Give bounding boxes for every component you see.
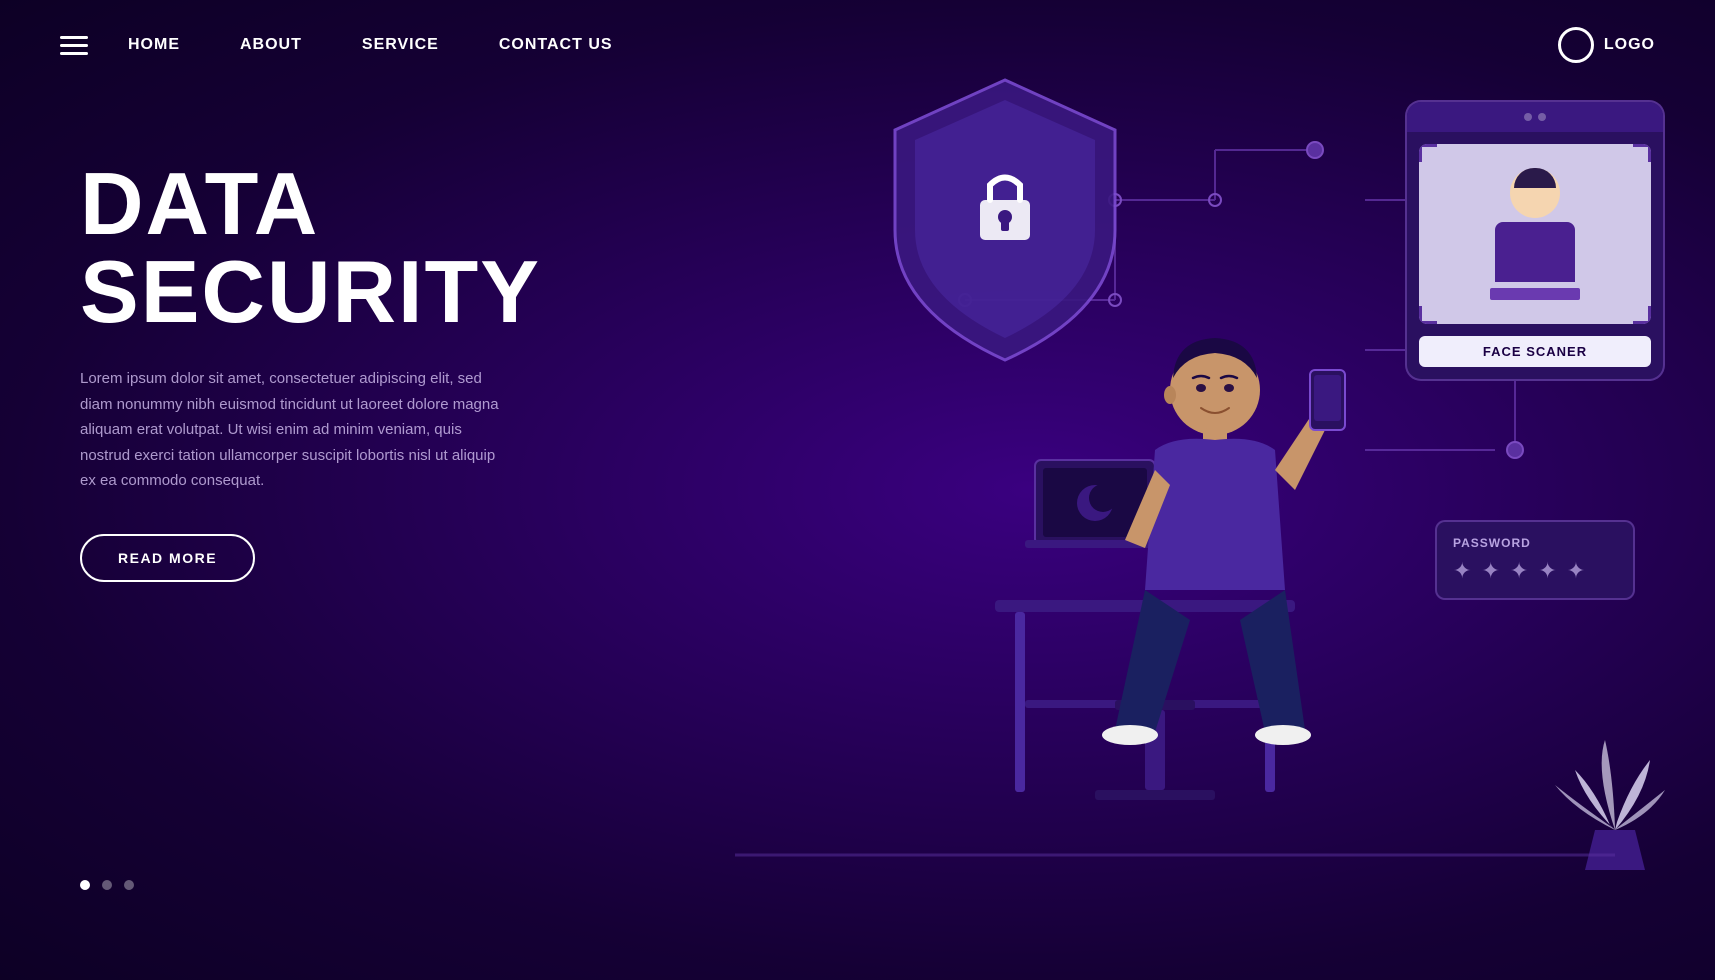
dot-2[interactable] xyxy=(102,880,112,890)
scan-corner-br xyxy=(1633,306,1651,324)
person xyxy=(1102,338,1345,745)
phone-dot-1 xyxy=(1524,113,1532,121)
nav-links: HOME ABOUT SERVICE CONTACT US xyxy=(128,36,1558,54)
hero-title: DATA SECURITY xyxy=(80,160,580,336)
read-more-button[interactable]: READ MORE xyxy=(80,534,255,582)
menu-icon[interactable] xyxy=(60,36,88,55)
hero-description: Lorem ipsum dolor sit amet, consectetuer… xyxy=(80,366,500,494)
nav-service[interactable]: SERVICE xyxy=(362,36,439,53)
nav-contact[interactable]: CONTACT US xyxy=(499,36,613,53)
face-scanner-label: FACE SCANER xyxy=(1419,336,1651,367)
shield-shape xyxy=(895,80,1115,360)
silhouette-head xyxy=(1510,168,1560,218)
title-line1: DATA xyxy=(80,160,580,248)
illustration-area: FACE SCANER PASSWORD ✦ ✦ ✦ ✦ ✦ xyxy=(615,0,1715,980)
logo-circle xyxy=(1558,27,1594,63)
password-card: PASSWORD ✦ ✦ ✦ ✦ ✦ xyxy=(1435,520,1635,600)
silhouette-body xyxy=(1495,222,1575,282)
phone-top-bar xyxy=(1407,102,1663,132)
logo: LOGO xyxy=(1558,27,1655,63)
plant-illustration xyxy=(1555,740,1665,870)
title-line2: SECURITY xyxy=(80,248,580,336)
dot-3[interactable] xyxy=(124,880,134,890)
pw-star-2: ✦ xyxy=(1481,558,1499,584)
pw-star-3: ✦ xyxy=(1510,558,1528,584)
navbar: HOME ABOUT SERVICE CONTACT US LOGO xyxy=(0,0,1715,90)
pw-star-5: ✦ xyxy=(1567,558,1585,584)
person-silhouette xyxy=(1490,168,1580,300)
scan-corner-tl xyxy=(1419,144,1437,162)
pw-star-1: ✦ xyxy=(1453,558,1471,584)
hero-content: DATA SECURITY Lorem ipsum dolor sit amet… xyxy=(80,160,580,582)
scan-corner-tr xyxy=(1633,144,1651,162)
password-stars: ✦ ✦ ✦ ✦ ✦ xyxy=(1453,558,1617,584)
pw-star-4: ✦ xyxy=(1538,558,1556,584)
slide-indicators xyxy=(80,880,134,890)
nav-home[interactable]: HOME xyxy=(128,36,180,53)
nav-about[interactable]: ABOUT xyxy=(240,36,302,53)
scan-corner-bl xyxy=(1419,306,1437,324)
logo-label: LOGO xyxy=(1604,36,1655,54)
phone-dot-2 xyxy=(1538,113,1546,121)
face-scan-area xyxy=(1419,144,1651,324)
silhouette-laptop xyxy=(1490,288,1580,300)
face-scanner-card: FACE SCANER xyxy=(1405,100,1665,381)
silhouette-hair xyxy=(1514,168,1556,188)
dot-1[interactable] xyxy=(80,880,90,890)
password-label: PASSWORD xyxy=(1453,536,1617,550)
